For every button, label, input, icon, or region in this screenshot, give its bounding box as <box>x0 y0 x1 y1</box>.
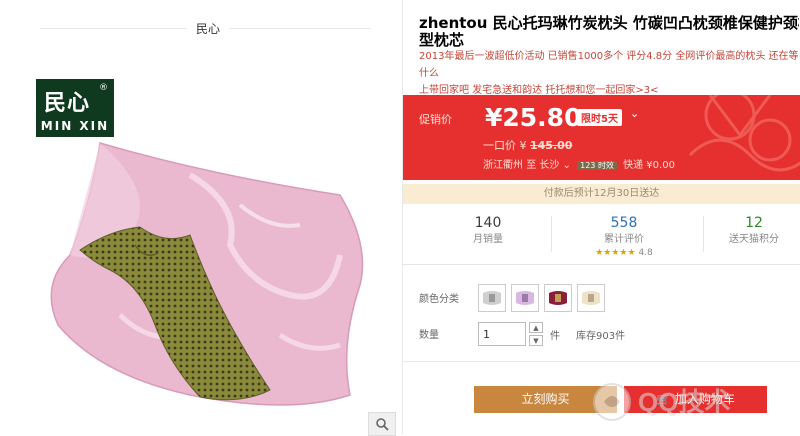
stat-monthly-sales: 140 月销量 <box>433 214 543 248</box>
stat-total-reviews[interactable]: 558 累计评价 ★★★★★ 4.8 <box>569 214 679 258</box>
color-swatch-gray[interactable] <box>478 284 506 312</box>
pillow-thumbnail-icon <box>516 291 534 305</box>
header-rule-right <box>230 28 370 29</box>
ship-to-city: 长沙 <box>539 160 560 171</box>
quantity-increase-button[interactable]: ▲ <box>529 322 543 333</box>
quantity-input[interactable]: 1 <box>478 322 526 346</box>
price-box: 促销价 ¥25.80 限时5天 ⌄ 一口价 ¥ 145.00 浙江衢州 至 长沙… <box>403 95 800 180</box>
promo-price-label: 促销价 <box>419 113 452 126</box>
quantity-unit: 件 <box>550 331 560 342</box>
delivery-time-badge: 123 时效 <box>577 161 617 170</box>
logo-chinese-text: 民心 <box>44 91 91 116</box>
ship-from: 浙江衢州 <box>483 160 523 171</box>
color-swatch-lavender[interactable] <box>511 284 539 312</box>
brand-title: 民心 <box>195 22 220 36</box>
logo-registered-mark: ® <box>99 83 108 93</box>
stat-number: 12 <box>745 215 763 231</box>
stock-count: 库存903件 <box>576 331 626 342</box>
watermark-text: QQ技术 <box>638 387 730 417</box>
magnifier-icon <box>376 418 389 431</box>
pillow-thumbnail-icon <box>549 291 567 305</box>
rating-value: 4.8 <box>638 248 653 258</box>
ship-to-select[interactable]: 长沙 ⌄ <box>539 160 571 171</box>
delivery-notice: 付款后预计12月30日送达 <box>403 184 800 204</box>
original-price-value: 145.00 <box>530 139 573 152</box>
product-info-panel: zhentou 民心托玛琳竹炭枕头 竹碳凹凸枕颈椎保健护颈枕 型枕芯 2013年… <box>403 0 800 434</box>
color-option-label: 颜色分类 <box>419 294 459 305</box>
gallery-header: 民心 <box>0 0 402 58</box>
site-watermark: QQ技术 <box>593 383 730 421</box>
decorative-pattern <box>688 95 800 172</box>
product-gallery: 民心 民心 ® MIN XIN <box>0 0 402 436</box>
section-divider <box>403 361 800 362</box>
sales-stats: 140 月销量 558 累计评价 ★★★★★ 4.8 12 送天猫积分 <box>403 206 800 265</box>
star-icons: ★★★★★ <box>595 248 636 258</box>
stat-divider <box>551 216 552 252</box>
limited-time-badge: 限时5天 <box>577 109 622 126</box>
header-rule-left <box>40 28 186 29</box>
color-swatch-wine[interactable] <box>544 284 572 312</box>
original-price-prefix: 一口价 ¥ <box>483 139 527 152</box>
stat-number: 558 <box>610 215 638 231</box>
original-price: 一口价 ¥ 145.00 <box>483 137 572 153</box>
stat-divider <box>703 216 704 252</box>
product-subtitle: 2013年最后一波超低价活动 已销售1000多个 评分4.8分 全网评价最高的枕… <box>419 48 799 99</box>
stat-label: 月销量 <box>473 234 503 245</box>
color-swatch-cream[interactable] <box>577 284 605 312</box>
shipping-info: 浙江衢州 至 长沙 ⌄ 123 时效 快递 ¥0.00 <box>483 156 675 171</box>
chevron-down-icon[interactable]: ⌄ <box>630 107 639 120</box>
stat-label: 送天猫积分 <box>729 234 779 245</box>
shipping-fee: 快递 ¥0.00 <box>623 160 675 171</box>
promo-price: ¥25.80 <box>485 103 582 132</box>
brand-logo: 民心 ® MIN XIN <box>36 79 114 137</box>
zoom-button[interactable] <box>368 412 396 436</box>
subtitle-line1: 2013年最后一波超低价活动 已销售1000多个 评分4.8分 全网评价最高的枕… <box>419 51 799 79</box>
logo-english-text: MIN XIN <box>40 119 110 133</box>
ship-to-word: 至 <box>526 160 537 171</box>
pillow-thumbnail-icon <box>483 291 501 305</box>
stat-number: 140 <box>474 215 502 231</box>
pillow-product-image[interactable] <box>40 135 380 420</box>
pillow-thumbnail-icon <box>582 291 600 305</box>
quantity-decrease-button[interactable]: ▼ <box>529 335 543 346</box>
stat-tmall-points: 12 送天猫积分 <box>708 214 800 248</box>
quantity-label: 数量 <box>419 330 439 341</box>
stat-label: 累计评价 <box>604 234 644 245</box>
rating-stars: ★★★★★ 4.8 <box>569 248 679 258</box>
